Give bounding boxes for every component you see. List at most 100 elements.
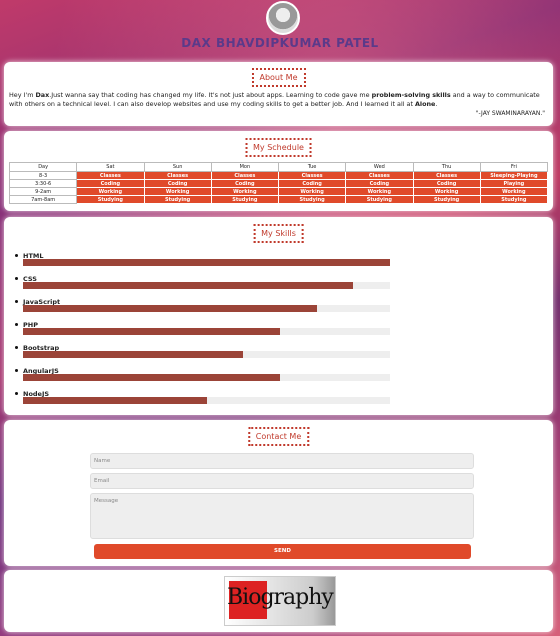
skill-bar-track (23, 397, 390, 404)
schedule-cell: Studying (277, 195, 347, 204)
bullet-icon (15, 392, 18, 395)
schedule-cell: Coding (143, 179, 212, 188)
skill-bar-track (23, 328, 390, 335)
footer-section: Biography (4, 570, 553, 632)
signature: "-JAY SWAMINARAYAN." (475, 110, 545, 117)
skill-item: AngularJS (15, 367, 395, 390)
skill-item: NodeJS (15, 390, 395, 413)
schedule-header: Wed (345, 162, 414, 172)
schedule-cell: Classes (412, 171, 481, 180)
bullet-icon (15, 346, 18, 349)
schedule-cell: Working (210, 187, 280, 196)
skill-bar-track (23, 259, 390, 266)
biography-logo[interactable]: Biography (224, 576, 336, 626)
skill-item: HTML (15, 252, 395, 275)
schedule-cell: Coding (277, 179, 347, 188)
skills-title: My Skills (253, 224, 304, 243)
skill-bar-track (23, 282, 390, 289)
schedule-cell: Studying (479, 195, 549, 204)
send-button[interactable]: SEND (94, 544, 471, 559)
schedule-cell: Classes (210, 171, 280, 180)
skill-item: CSS (15, 275, 395, 298)
schedule-header: Day (8, 162, 78, 172)
schedule-row: 3:30-6 Coding Coding Coding Coding Coding Codi… (8, 179, 549, 188)
schedule-header: Mon (210, 162, 280, 172)
schedule-row: 8-3 Classes Classes Classes Classes Classes Cl… (8, 171, 549, 180)
schedule-header: Thu (412, 162, 481, 172)
about-section: About Me Hey I'm Dax.Just wanna say that… (4, 62, 553, 126)
about-text-part: .Just wanna say that coding has changed … (49, 91, 372, 99)
schedule-cell: Working (143, 187, 212, 196)
message-textarea[interactable]: Message (90, 493, 474, 539)
schedule-table: Day Sat Sun Mon Tue Wed Thu Fri 8-3 Class… (8, 162, 549, 204)
schedule-time-cell: 8-3 (8, 171, 78, 180)
schedule-cell: Studying (210, 195, 280, 204)
header: DAX BHAVDIPKUMAR PATEL (4, 0, 556, 58)
about-text: Hey I'm Dax.Just wanna say that coding h… (9, 91, 547, 109)
skills-section: My Skills HTML CSS JavaScript PHP Bootstrap A… (4, 217, 553, 415)
email-input[interactable]: Email (90, 473, 474, 489)
schedule-cell: Coding (76, 179, 145, 188)
skill-bar-fill (23, 351, 244, 358)
schedule-time-cell: 3:30-6 (8, 179, 78, 188)
schedule-cell: Working (345, 187, 414, 196)
skill-bar-fill (23, 328, 280, 335)
schedule-header: Fri (479, 162, 549, 172)
schedule-cell: Classes (76, 171, 145, 180)
schedule-title: My Schedule (245, 138, 312, 157)
schedule-section: My Schedule Day Sat Sun Mon Tue Wed Thu … (4, 131, 553, 211)
schedule-cell: Coding (210, 179, 280, 188)
schedule-cell: Working (412, 187, 481, 196)
bullet-icon (15, 369, 18, 372)
skill-bar-fill (23, 282, 354, 289)
skills-list: HTML CSS JavaScript PHP Bootstrap AngularJS No… (15, 252, 395, 413)
name-input[interactable]: Name (90, 453, 474, 469)
avatar (266, 1, 300, 35)
schedule-cell: Classes (345, 171, 414, 180)
about-text-part: . (435, 100, 438, 108)
skill-bar-fill (23, 259, 390, 266)
schedule-cell: Classes (143, 171, 212, 180)
schedule-row: 9-2am Working Working Working Working Working… (8, 187, 549, 196)
schedule-cell: Coding (412, 179, 481, 188)
schedule-cell: Coding (345, 179, 414, 188)
schedule-header: Tue (277, 162, 347, 172)
skill-bar-track (23, 351, 390, 358)
schedule-header: Sat (76, 162, 145, 172)
schedule-header: Sun (143, 162, 212, 172)
schedule-cell: Working (277, 187, 347, 196)
skill-bar-track (23, 374, 390, 381)
about-text-highlight: problem-solving skills (371, 91, 451, 99)
schedule-time-cell: 7am-8am (8, 195, 78, 204)
contact-title: Contact Me (247, 427, 310, 446)
bullet-icon (15, 300, 18, 303)
about-title: About Me (251, 68, 306, 87)
schedule-cell: Studying (143, 195, 212, 204)
schedule-cell: Working (76, 187, 145, 196)
schedule-cell: Studying (412, 195, 481, 204)
bullet-icon (15, 277, 18, 280)
page-title: DAX BHAVDIPKUMAR PATEL (181, 36, 379, 50)
schedule-cell: Studying (76, 195, 145, 204)
schedule-cell: Working (479, 187, 549, 196)
schedule-cell: Classes (277, 171, 347, 180)
skill-bar-track (23, 305, 390, 312)
about-text-highlight: Dax (35, 91, 50, 99)
schedule-row: 7am-8am Studying Studying Studying Studying S… (8, 195, 549, 204)
about-text-highlight: Alone (414, 100, 436, 108)
skill-item: PHP (15, 321, 395, 344)
schedule-cell: Studying (345, 195, 414, 204)
schedule-time-cell: 9-2am (8, 187, 78, 196)
skill-bar-fill (23, 374, 280, 381)
schedule-header-row: Day Sat Sun Mon Tue Wed Thu Fri (8, 162, 549, 172)
about-text-part: Hey I'm (9, 91, 36, 99)
skill-item: JavaScript (15, 298, 395, 321)
bullet-icon (15, 254, 18, 257)
skill-item: Bootstrap (15, 344, 395, 367)
contact-section: Contact Me Name Email Message SEND (4, 420, 553, 566)
skill-bar-fill (23, 305, 317, 312)
bullet-icon (15, 323, 18, 326)
schedule-cell: Sleeping-Playing (479, 171, 549, 180)
skill-bar-fill (23, 397, 207, 404)
logo-text: Biography (227, 585, 334, 610)
